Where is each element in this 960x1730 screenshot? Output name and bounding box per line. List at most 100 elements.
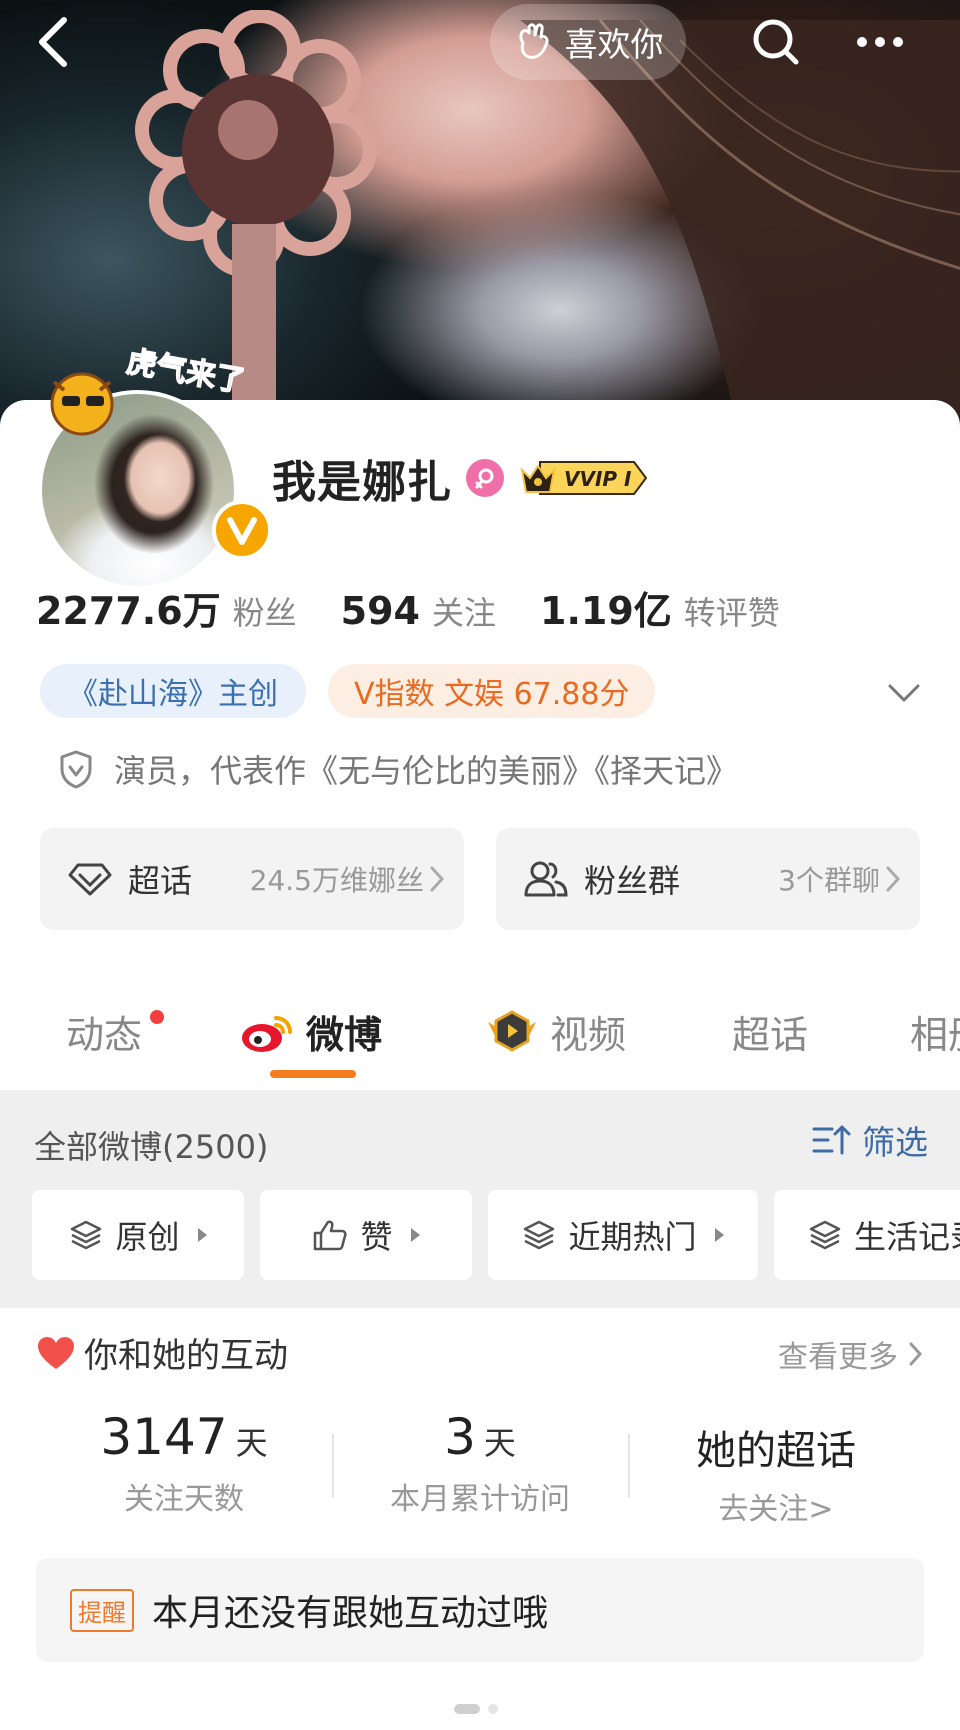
chip-recent-hot-label: 近期热门: [568, 1218, 697, 1256]
chip-recent-hot[interactable]: 近期热门: [488, 1190, 758, 1280]
sort-filter-icon: [812, 1125, 851, 1155]
visits-unit: 天: [483, 1424, 516, 1462]
search-icon[interactable]: [748, 14, 804, 70]
like-you-label: 喜欢你: [564, 25, 664, 64]
video-badge-icon: [488, 1009, 536, 1052]
chip-original-label: 原创: [115, 1218, 180, 1256]
vvip-label: VVIP I: [564, 467, 632, 491]
reminder-banner[interactable]: 提醒 本月还没有跟她互动过哦: [36, 1558, 924, 1662]
fan-group-card[interactable]: 粉丝群 3个群聊: [496, 828, 920, 930]
thumbs-up-icon: [314, 1220, 348, 1251]
chip-original[interactable]: 原创: [32, 1190, 244, 1280]
go-follow-link[interactable]: 去关注>: [626, 1484, 926, 1528]
tab-album-label: 相册: [910, 1013, 960, 1057]
followers-count[interactable]: 2277.6万: [36, 580, 221, 635]
tab-video[interactable]: 视频: [486, 1004, 626, 1059]
tab-video-label: 视频: [550, 1013, 627, 1057]
tab-weibo[interactable]: 微博: [240, 1004, 382, 1059]
v-index-tag[interactable]: V指数 文娱 67.88分: [328, 664, 656, 718]
shield-icon: [60, 750, 92, 789]
reminder-tag: 提醒: [70, 1588, 134, 1632]
chip-life-label: 生活记录: [854, 1218, 960, 1256]
supertopic-title: 超话: [128, 862, 193, 900]
avatar-container[interactable]: 虎气来了: [34, 344, 272, 590]
her-supertopic-title: 她的超话: [696, 1428, 856, 1474]
chevron-down-icon[interactable]: [884, 672, 924, 712]
chevron-right-icon: [909, 1342, 923, 1366]
supertopic-card[interactable]: 超话 24.5万维娜丝: [40, 828, 464, 930]
see-more-link[interactable]: 查看更多: [778, 1332, 924, 1376]
page-dot-active: [454, 1704, 480, 1714]
feed-header: 全部微博(2500) 筛选 原创 赞 近期热门 生活记: [0, 1090, 960, 1308]
like-you-button[interactable]: 喜欢你: [490, 4, 686, 80]
top-bar: 喜欢你: [0, 0, 960, 84]
chevron-right-icon: [430, 866, 445, 892]
female-gender-icon: [466, 459, 504, 497]
tab-album[interactable]: 相册: [910, 1004, 960, 1059]
tiger-sticker-icon: 虎气来了: [50, 344, 244, 436]
follow-days-metric: 3147 天 关注天数: [34, 1408, 334, 1518]
visits-caption: 本月累计访问: [390, 1482, 570, 1517]
avatar-sticker-text: 虎气来了: [124, 344, 244, 399]
follow-days-caption: 关注天数: [124, 1482, 244, 1517]
profile-stats: 2277.6万 粉丝 594 关注 1.19亿 转评赞: [36, 580, 780, 635]
chip-likes-label: 赞: [360, 1218, 393, 1256]
triangle-right-icon: [714, 1228, 724, 1242]
profile-tags: 《赴山海》主创 V指数 文娱 67.88分: [40, 664, 656, 718]
layers-icon: [809, 1220, 841, 1250]
interaction-title: 你和她的互动: [84, 1336, 288, 1376]
triangle-right-icon: [197, 1228, 207, 1242]
layers-icon: [524, 1220, 555, 1250]
tab-dynamics-label: 动态: [66, 1013, 143, 1057]
name-row: 我是娜扎 VVIP I: [272, 450, 650, 508]
heart-icon: [38, 1336, 74, 1369]
notification-dot: [150, 1010, 164, 1024]
engagement-count: 1.19亿: [540, 589, 672, 633]
vvip-badge-icon[interactable]: VVIP I: [518, 456, 650, 500]
filter-button[interactable]: 筛选: [812, 1116, 928, 1164]
reminder-text: 本月还没有跟她互动过哦: [152, 1593, 549, 1634]
layers-icon: [71, 1220, 102, 1250]
work-tag[interactable]: 《赴山海》主创: [40, 664, 306, 718]
fan-group-title: 粉丝群: [584, 862, 681, 900]
her-supertopic-metric[interactable]: 她的超话 去关注>: [626, 1418, 926, 1528]
visits-metric: 3天 本月累计访问: [330, 1408, 630, 1518]
active-tab-indicator: [270, 1070, 356, 1078]
following-count[interactable]: 594: [341, 589, 420, 633]
visits-value: 3: [444, 1408, 476, 1466]
profile-tabs: 动态 微博 视频 超话 相册: [0, 980, 960, 1090]
hand-heart-icon: [518, 23, 549, 59]
page-dot: [488, 1704, 498, 1714]
followers-label[interactable]: 粉丝: [233, 588, 297, 634]
follow-days-value: 3147: [100, 1408, 228, 1466]
bio-text: 演员，代表作《无与伦比的美丽》《择天记》: [114, 752, 739, 790]
tab-dynamics[interactable]: 动态: [66, 1004, 142, 1059]
shortcut-cards: 超话 24.5万维娜丝 粉丝群 3个群聊: [40, 828, 920, 930]
tab-supertopic[interactable]: 超话: [732, 1004, 808, 1059]
more-icon[interactable]: [850, 20, 910, 64]
chevron-right-icon: [886, 866, 901, 892]
see-more-label: 查看更多: [778, 1340, 898, 1375]
fan-group-sub: 3个群聊: [778, 864, 880, 897]
back-arrow-icon[interactable]: [30, 14, 80, 70]
triangle-right-icon: [410, 1228, 420, 1242]
following-label[interactable]: 关注: [432, 588, 496, 634]
diamond-icon: [68, 863, 112, 896]
engagement-label: 转评赞: [683, 594, 780, 632]
tab-supertopic-label: 超话: [732, 1013, 809, 1057]
follow-days-unit: 天: [235, 1424, 268, 1462]
chip-likes[interactable]: 赞: [260, 1190, 472, 1280]
profile-name: 我是娜扎: [272, 457, 452, 508]
weibo-logo-icon: [242, 1015, 292, 1052]
verified-badge-icon: [212, 500, 272, 560]
interaction-section: 你和她的互动 查看更多 3147 天 关注天数 3天 本月累计访问 她的超话 去关…: [0, 1308, 960, 1730]
filter-label: 筛选: [862, 1123, 928, 1162]
page-indicator: [454, 1704, 498, 1714]
group-icon: [524, 861, 568, 897]
bio: 演员，代表作《无与伦比的美丽》《择天记》: [58, 746, 738, 792]
chip-life[interactable]: 生活记录: [774, 1190, 960, 1280]
interaction-header: 你和她的互动: [36, 1328, 288, 1377]
supertopic-sub: 24.5万维娜丝: [249, 864, 424, 897]
tab-weibo-label: 微博: [306, 1013, 383, 1057]
feed-title: 全部微博(2500): [34, 1128, 269, 1166]
